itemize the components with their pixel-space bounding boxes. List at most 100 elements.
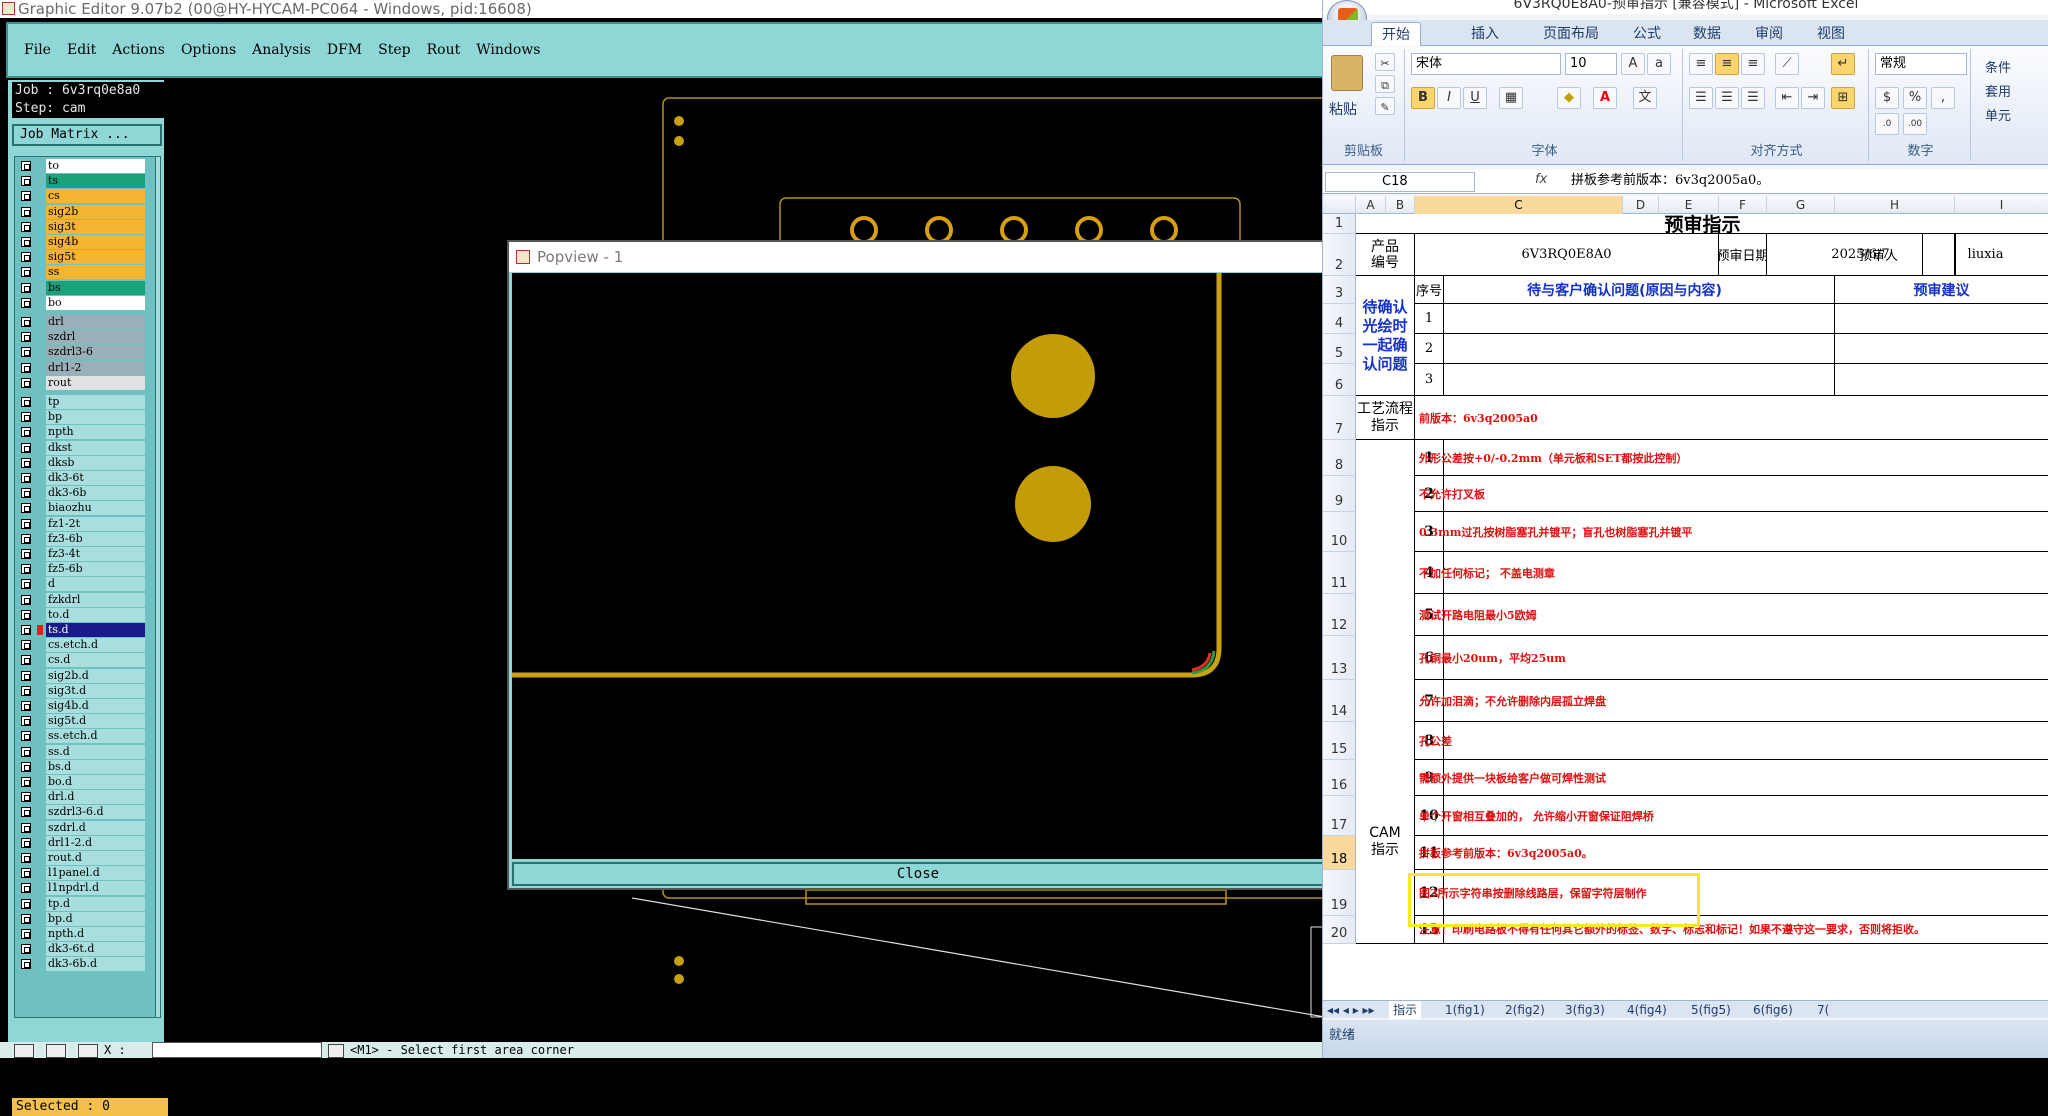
layer-row[interactable]: fzkdrl	[15, 592, 153, 607]
font-name-select[interactable]: 宋体	[1411, 53, 1561, 75]
layer-checkbox[interactable]	[21, 853, 31, 863]
row-header[interactable]: 10	[1323, 512, 1356, 552]
layer-checkbox[interactable]	[21, 837, 31, 848]
merge-center-icon[interactable]: ⊞	[1831, 87, 1855, 109]
menu-file[interactable]: File	[24, 42, 51, 58]
layer-checkbox[interactable]	[21, 503, 31, 514]
name-box[interactable]: C18	[1325, 172, 1475, 192]
suggest-cell[interactable]	[1835, 364, 2048, 396]
issue-cell[interactable]	[1415, 334, 1835, 364]
layer-checkbox[interactable]	[21, 252, 31, 263]
row-header[interactable]: 2	[1323, 234, 1356, 276]
layer-checkbox[interactable]	[21, 377, 31, 388]
layer-checkbox[interactable]	[21, 332, 31, 343]
cam-item-text[interactable]: 需额外提供一块板给客户做可焊性测试	[1415, 760, 2048, 796]
layer-row[interactable]: szdrl	[15, 330, 153, 345]
layer-row[interactable]: bs.d	[15, 759, 153, 774]
layer-row[interactable]: cs.etch.d	[15, 638, 153, 653]
layer-row[interactable]: dkst	[15, 440, 153, 455]
layer-row[interactable]: szdrl3-6	[15, 345, 153, 360]
layer-row[interactable]: fz3-6b	[15, 531, 153, 546]
layer-checkbox[interactable]	[21, 670, 31, 681]
process-label-cell[interactable]: 工艺流程指示	[1356, 396, 1415, 440]
layer-row[interactable]: drl1-2	[15, 360, 153, 375]
row-header[interactable]: 1	[1323, 214, 1356, 234]
italic-button[interactable]: I	[1437, 87, 1461, 109]
borders-icon[interactable]: ▦	[1499, 87, 1523, 109]
confirm-label-cell[interactable]: 待确认光绘时一起确认问题	[1356, 276, 1415, 396]
issues-label-cell[interactable]: 待与客户确认问题(原因与内容)	[1415, 276, 1835, 304]
row-header[interactable]: 19	[1323, 870, 1356, 916]
layer-row[interactable]: fz1-2t	[15, 516, 153, 531]
layer-row[interactable]: sig4b.d	[15, 699, 153, 713]
comma-icon[interactable]: ,	[1931, 87, 1955, 109]
issue-cell[interactable]	[1415, 364, 1835, 396]
layer-row[interactable]: bp.d	[15, 911, 153, 926]
suggest-label-cell[interactable]: 预审建议	[1835, 276, 2048, 304]
conditional-format-button[interactable]: 条件	[1985, 57, 2011, 76]
layer-row[interactable]: dksb	[15, 455, 153, 470]
layer-row[interactable]: szdrl3-6.d	[15, 805, 153, 820]
layer-row[interactable]: ss.d	[15, 744, 153, 759]
increase-decimal-icon[interactable]: .0	[1875, 113, 1899, 135]
column-header[interactable]: E	[1659, 196, 1719, 214]
pointer-tool-icon[interactable]	[14, 1044, 34, 1058]
decrease-decimal-icon[interactable]: .00	[1903, 113, 1927, 135]
suggest-cell[interactable]	[1835, 334, 2048, 364]
layer-checkbox[interactable]	[21, 655, 31, 666]
sheet-title-cell[interactable]: 预审指示	[1356, 214, 2048, 234]
cam-item-text[interactable]: 测试开路电阻最小5欧姆	[1415, 594, 2048, 636]
menu-step[interactable]: Step	[378, 42, 410, 58]
layer-checkbox[interactable]	[21, 701, 31, 711]
layer-checkbox[interactable]	[21, 883, 31, 894]
layer-row[interactable]: drl	[15, 315, 153, 329]
column-header[interactable]: A	[1356, 196, 1386, 214]
layer-checkbox[interactable]	[21, 473, 31, 483]
shrink-font-icon[interactable]: a	[1647, 53, 1671, 75]
layer-checkbox[interactable]	[21, 625, 31, 635]
decrease-indent-icon[interactable]: ⇤	[1775, 87, 1799, 109]
sheet-tab[interactable]: 7(	[1813, 1001, 1833, 1019]
layer-row[interactable]: tp.d	[15, 896, 153, 911]
layer-row[interactable]: dk3-6b	[15, 486, 153, 501]
row-header[interactable]: 13	[1323, 636, 1356, 680]
formula-input[interactable]: 拼板参考前版本：6v3q2005a0。	[1571, 172, 1769, 190]
font-size-select[interactable]: 10	[1565, 53, 1617, 75]
layer-checkbox[interactable]	[21, 609, 31, 620]
layer-row[interactable]: to.d	[15, 607, 153, 622]
layer-checkbox[interactable]	[21, 267, 31, 278]
layer-row[interactable]: cs.d	[15, 653, 153, 668]
table-format-button[interactable]: 套用	[1985, 81, 2011, 100]
row-header[interactable]: 20	[1323, 916, 1356, 944]
menu-options[interactable]: Options	[181, 42, 236, 58]
layer-row[interactable]: ss.etch.d	[15, 729, 153, 744]
column-header[interactable]: D	[1623, 196, 1659, 214]
row-header[interactable]: 6	[1323, 364, 1356, 396]
layer-checkbox[interactable]	[21, 488, 31, 499]
layer-row[interactable]: sig4b	[15, 235, 153, 249]
layer-checkbox[interactable]	[21, 442, 31, 453]
column-header[interactable]: H	[1835, 196, 1955, 214]
row-header[interactable]: 5	[1323, 334, 1356, 364]
issue-cell[interactable]	[1415, 304, 1835, 334]
cam-item-text[interactable]: 允许加泪滴；不允许删除内层孤立焊盘	[1415, 680, 2048, 722]
row-header[interactable]: 9	[1323, 476, 1356, 512]
layer-row[interactable]: dk3-6t	[15, 471, 153, 485]
layer-row[interactable]: sig5t	[15, 250, 153, 265]
layer-checkbox[interactable]	[21, 944, 31, 955]
layer-row[interactable]: drl1-2.d	[15, 835, 153, 850]
layer-row[interactable]: sig3t	[15, 219, 153, 234]
row-header[interactable]: 4	[1323, 304, 1356, 334]
job-matrix-button[interactable]: Job Matrix ...	[12, 124, 162, 146]
layer-checkbox[interactable]	[21, 564, 31, 575]
layer-row[interactable]: d	[15, 577, 153, 592]
layer-checkbox[interactable]	[21, 317, 31, 327]
product-label-cell[interactable]: 产品编号	[1356, 234, 1415, 276]
layer-checkbox[interactable]	[21, 807, 31, 818]
bold-button[interactable]: B	[1411, 87, 1435, 109]
popview-canvas[interactable]	[512, 273, 1324, 859]
row-header[interactable]: 15	[1323, 722, 1356, 760]
layer-row[interactable]: bo.d	[15, 775, 153, 789]
sheet-tab[interactable]: 6(fig6)	[1749, 1001, 1797, 1019]
layer-checkbox[interactable]	[21, 594, 31, 605]
